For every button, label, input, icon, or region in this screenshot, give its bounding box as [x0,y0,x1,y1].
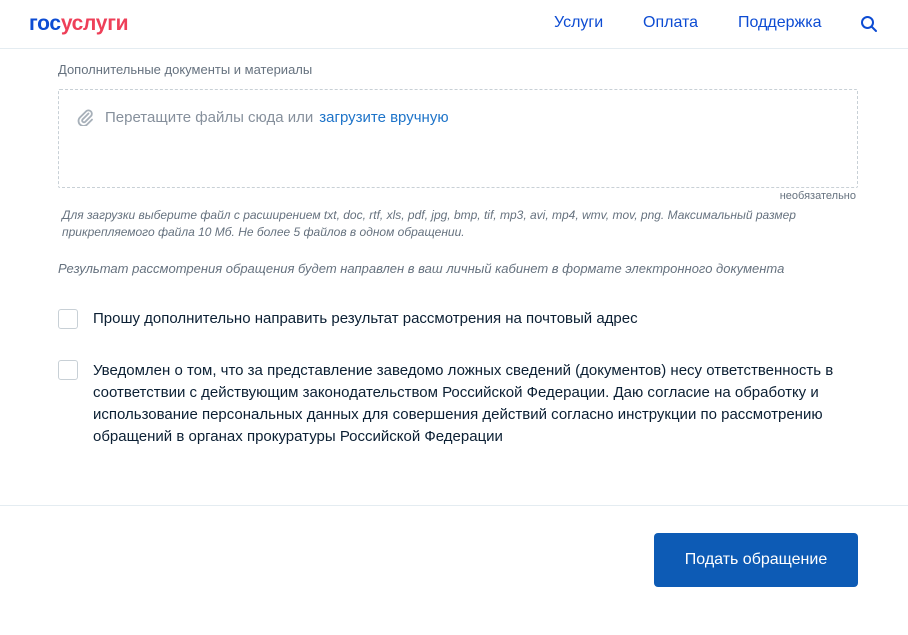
upload-manually-link[interactable]: загрузите вручную [319,109,448,126]
upload-hint: Для загрузки выберите файл с расширением… [62,208,796,239]
result-note: Результат рассмотрения обращения будет н… [58,261,785,276]
consent-checkbox-label[interactable]: Уведомлен о том, что за представление за… [93,360,843,448]
logo-part-1: гос [29,12,61,35]
header: госуслуги Услуги Оплата Поддержка [0,0,908,49]
upload-section-label: Дополнительные документы и материалы [58,62,313,77]
nav-services[interactable]: Услуги [554,14,603,32]
dropzone-text: Перетащите файлы сюда или загрузите вручн… [105,109,449,126]
file-dropzone[interactable]: Перетащите файлы сюда или загрузите вручн… [58,89,858,188]
submit-appeal-button[interactable]: Подать обращение [654,533,858,587]
consent-checkbox[interactable] [58,360,78,380]
logo-part-2: услуги [60,12,129,35]
nav-payment[interactable]: Оплата [643,14,698,32]
gosuslugi-logo[interactable]: госуслуги [29,12,129,36]
nav-support[interactable]: Поддержка [738,14,821,32]
dropzone-instruction: Перетащите файлы сюда или [105,109,314,126]
paperclip-icon [77,109,93,126]
postal-address-checkbox[interactable] [58,309,78,329]
divider [0,505,908,506]
search-icon[interactable] [860,15,878,33]
optional-label: необязательно [779,190,856,202]
postal-address-checkbox-label[interactable]: Прошу дополнительно направить результат … [93,308,638,330]
